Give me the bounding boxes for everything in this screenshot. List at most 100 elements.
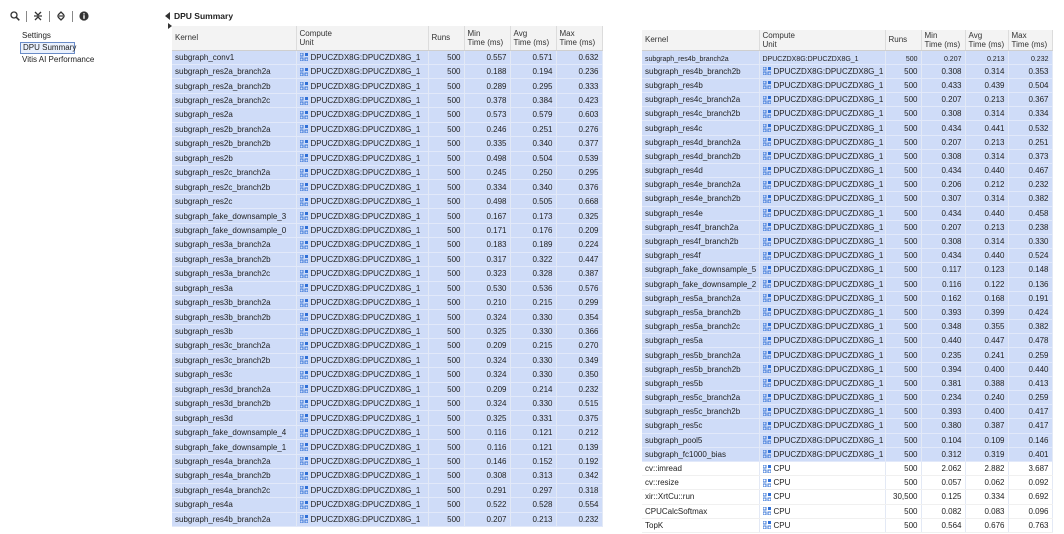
table-row[interactable]: cv::imread CPU 500 2.062 2.882 3.687 bbox=[642, 461, 1053, 477]
table-row[interactable]: subgraph_res2a_branch2c DPUCZDX8G:DPUCZDX… bbox=[172, 93, 603, 109]
table-row[interactable]: subgraph_res5a_branch2b DPUCZDX8G:DPUCZDX… bbox=[642, 305, 1053, 321]
table-row[interactable]: subgraph_res5a DPUCZDX8G:DPUCZDX8G_1 500 0.… bbox=[642, 333, 1053, 349]
compute-unit-icon bbox=[299, 515, 308, 524]
compute-unit-icon bbox=[762, 308, 771, 317]
table-row[interactable]: subgraph_res4c DPUCZDX8G:DPUCZDX8G_1 500 0.… bbox=[642, 120, 1053, 136]
table-row[interactable]: subgraph_res3a_branch2b DPUCZDX8G:DPUCZDX… bbox=[172, 252, 603, 268]
table-row[interactable]: subgraph_res5c DPUCZDX8G:DPUCZDX8G_1 500 0.… bbox=[642, 418, 1053, 434]
table-row[interactable]: subgraph_res3d_branch2b DPUCZDX8G:DPUCZDX… bbox=[172, 396, 603, 412]
table-row[interactable]: subgraph_res3d DPUCZDX8G:DPUCZDX8G_1 500 0.… bbox=[172, 410, 603, 426]
collapse-arrow-icon[interactable] bbox=[165, 12, 170, 20]
nav-item-vitis-ai-performance[interactable]: Vitis AI Performance bbox=[20, 54, 160, 66]
table-row[interactable]: subgraph_res3b_branch2b DPUCZDX8G:DPUCZDX… bbox=[172, 309, 603, 325]
table-row[interactable]: subgraph_res3a_branch2a DPUCZDX8G:DPUCZDX… bbox=[172, 237, 603, 253]
table-row[interactable]: subgraph_res5a_branch2a DPUCZDX8G:DPUCZDX… bbox=[642, 291, 1053, 306]
table-row[interactable]: subgraph_res2b_branch2a DPUCZDX8G:DPUCZDX… bbox=[172, 122, 603, 138]
table-row[interactable]: subgraph_fake_downsample_0 DPUCZDX8G:DPUC… bbox=[172, 223, 603, 239]
table-row[interactable]: subgraph_res4d_branch2b DPUCZDX8G:DPUCZDX… bbox=[642, 149, 1053, 165]
table-row[interactable]: subgraph_res2c DPUCZDX8G:DPUCZDX8G_1 500 0.… bbox=[172, 194, 603, 210]
table-row[interactable]: CPUCalcSoftmax CPU 500 0.082 0.083 0.096 bbox=[642, 504, 1053, 519]
table-row[interactable]: subgraph_res5c_branch2a DPUCZDX8G:DPUCZDX… bbox=[642, 390, 1053, 406]
min-time-cell: 0.573 bbox=[464, 107, 511, 123]
search-icon[interactable] bbox=[8, 9, 22, 23]
table-row[interactable]: subgraph_res4e_branch2a DPUCZDX8G:DPUCZDX… bbox=[642, 177, 1053, 193]
col-header-min-time[interactable]: Min Time (ms) bbox=[464, 26, 511, 51]
compute-unit-label: CPU bbox=[773, 506, 791, 516]
info-icon[interactable] bbox=[77, 9, 91, 23]
table-row[interactable]: subgraph_res2b_branch2b DPUCZDX8G:DPUCZDX… bbox=[172, 136, 603, 152]
table-row[interactable]: subgraph_res4d_branch2a DPUCZDX8G:DPUCZDX… bbox=[642, 135, 1053, 150]
max-time-cell: 0.139 bbox=[556, 439, 603, 455]
col-header-min-time[interactable]: Min Time (ms) bbox=[921, 30, 966, 51]
table-row[interactable]: subgraph_res5a_branch2c DPUCZDX8G:DPUCZDX… bbox=[642, 319, 1053, 335]
col-header-kernel[interactable]: Kernel bbox=[172, 26, 297, 51]
table-row[interactable]: subgraph_pool5 DPUCZDX8G:DPUCZDX8G_1 500 0.… bbox=[642, 433, 1053, 448]
table-row[interactable]: subgraph_res4b_branch2b DPUCZDX8G:DPUCZDX… bbox=[642, 64, 1053, 79]
table-row[interactable]: subgraph_res3b_branch2a DPUCZDX8G:DPUCZDX… bbox=[172, 295, 603, 311]
avg-time-cell: 0.215 bbox=[510, 295, 557, 311]
col-header-avg-time[interactable]: Avg Time (ms) bbox=[965, 30, 1009, 51]
table-row[interactable]: subgraph_res3c_branch2a DPUCZDX8G:DPUCZDX… bbox=[172, 338, 603, 354]
table-row[interactable]: subgraph_res4e_branch2b DPUCZDX8G:DPUCZDX… bbox=[642, 191, 1053, 207]
table-row[interactable]: subgraph_res3d_branch2a DPUCZDX8G:DPUCZDX… bbox=[172, 382, 603, 398]
col-header-runs[interactable]: Runs bbox=[885, 30, 922, 51]
table-row[interactable]: subgraph_res2a DPUCZDX8G:DPUCZDX8G_1 500 0.… bbox=[172, 107, 603, 123]
table-row[interactable]: subgraph_res5c_branch2b DPUCZDX8G:DPUCZDX… bbox=[642, 404, 1053, 420]
table-row[interactable]: subgraph_fc1000_bias DPUCZDX8G:DPUCZDX8G_… bbox=[642, 447, 1053, 462]
avg-time-cell: 0.250 bbox=[510, 165, 557, 181]
table-row[interactable]: subgraph_res5b_branch2a DPUCZDX8G:DPUCZDX… bbox=[642, 347, 1053, 363]
compute-unit-cell: DPUCZDX8G:DPUCZDX8G_1 bbox=[759, 191, 886, 207]
table-row[interactable]: subgraph_res4a_branch2a DPUCZDX8G:DPUCZDX… bbox=[172, 454, 603, 470]
table-row[interactable]: subgraph_res3c DPUCZDX8G:DPUCZDX8G_1 500 0.… bbox=[172, 367, 603, 383]
table-row[interactable]: subgraph_res4a_branch2c DPUCZDX8G:DPUCZDX… bbox=[172, 483, 603, 499]
table-row[interactable]: subgraph_res4f_branch2b DPUCZDX8G:DPUCZDX… bbox=[642, 234, 1053, 250]
col-header-max-time[interactable]: Max Time (ms) bbox=[1008, 30, 1053, 51]
col-header-runs[interactable]: Runs bbox=[428, 26, 465, 51]
table-row[interactable]: subgraph_fake_downsample_4 DPUCZDX8G:DPUC… bbox=[172, 425, 603, 441]
table-row-partial[interactable]: subgraph_res4b_branch2a DPUCZDX8G:DPUCZDX… bbox=[642, 50, 1053, 65]
col-header-compute-unit[interactable]: Compute Unit bbox=[296, 26, 429, 51]
col-header-compute-unit[interactable]: Compute Unit bbox=[759, 30, 886, 51]
table-row[interactable]: TopK CPU 500 0.564 0.676 0.763 bbox=[642, 518, 1053, 533]
table-row[interactable]: cv::resize CPU 500 0.057 0.062 0.092 bbox=[642, 475, 1053, 491]
table-row[interactable]: subgraph_res3b DPUCZDX8G:DPUCZDX8G_1 500 0.… bbox=[172, 324, 603, 340]
nav-item-settings[interactable]: Settings bbox=[20, 30, 160, 42]
compute-unit-label: DPUCZDX8G:DPUCZDX8G_1 bbox=[310, 341, 421, 351]
table-row[interactable]: subgraph_res4a_branch2b DPUCZDX8G:DPUCZDX… bbox=[172, 468, 603, 484]
col-header-max-time[interactable]: Max Time (ms) bbox=[556, 26, 603, 51]
table-row[interactable]: subgraph_res2c_branch2b DPUCZDX8G:DPUCZDX… bbox=[172, 179, 603, 195]
table-row[interactable]: subgraph_fake_downsample_2 DPUCZDX8G:DPUC… bbox=[642, 277, 1053, 292]
table-row[interactable]: subgraph_res2b DPUCZDX8G:DPUCZDX8G_1 500 0.… bbox=[172, 151, 603, 167]
table-row[interactable]: subgraph_res4b DPUCZDX8G:DPUCZDX8G_1 500 0.… bbox=[642, 78, 1053, 94]
expand-all-icon[interactable] bbox=[54, 9, 68, 23]
table-row[interactable]: subgraph_res5b_branch2b DPUCZDX8G:DPUCZDX… bbox=[642, 362, 1053, 377]
table-row[interactable]: subgraph_res3a DPUCZDX8G:DPUCZDX8G_1 500 0.… bbox=[172, 281, 603, 296]
table-row[interactable]: subgraph_res4f DPUCZDX8G:DPUCZDX8G_1 500 0.… bbox=[642, 248, 1053, 264]
min-time-cell: 0.564 bbox=[921, 518, 966, 533]
table-row[interactable]: subgraph_res4f_branch2a DPUCZDX8G:DPUCZDX… bbox=[642, 220, 1053, 235]
compute-unit-cell: DPUCZDX8G:DPUCZDX8G_1 bbox=[296, 382, 429, 398]
table-row[interactable]: subgraph_res2c_branch2a DPUCZDX8G:DPUCZDX… bbox=[172, 165, 603, 181]
table-row[interactable]: subgraph_res4c_branch2b DPUCZDX8G:DPUCZDX… bbox=[642, 106, 1053, 122]
table-row[interactable]: subgraph_res4c_branch2a DPUCZDX8G:DPUCZDX… bbox=[642, 92, 1053, 108]
table-row[interactable]: subgraph_res4d DPUCZDX8G:DPUCZDX8G_1 500 0.… bbox=[642, 163, 1053, 179]
table-row[interactable]: subgraph_res2a_branch2a DPUCZDX8G:DPUCZDX… bbox=[172, 64, 603, 80]
table-row[interactable]: subgraph_fake_downsample_3 DPUCZDX8G:DPUC… bbox=[172, 208, 603, 224]
table-row[interactable]: subgraph_res4b_branch2a DPUCZDX8G:DPUCZDX… bbox=[172, 512, 603, 527]
nav-item-dpu-summary[interactable]: DPU Summary bbox=[20, 42, 76, 54]
runs-cell: 500 bbox=[885, 504, 922, 519]
max-time-cell: 0.632 bbox=[556, 50, 603, 65]
collapse-all-icon[interactable] bbox=[31, 9, 45, 23]
table-row[interactable]: subgraph_conv1 DPUCZDX8G:DPUCZDX8G_1 500 0.… bbox=[172, 50, 603, 65]
table-row[interactable]: subgraph_res4a DPUCZDX8G:DPUCZDX8G_1 500 0.… bbox=[172, 497, 603, 513]
table-row[interactable]: subgraph_res4e DPUCZDX8G:DPUCZDX8G_1 500 0.… bbox=[642, 206, 1053, 221]
col-header-kernel[interactable]: Kernel bbox=[642, 30, 760, 51]
table-row[interactable]: subgraph_res2a_branch2b DPUCZDX8G:DPUCZDX… bbox=[172, 78, 603, 94]
table-row[interactable]: xir::XrtCu::run CPU 30,500 0.125 0.334 0.692 bbox=[642, 489, 1053, 505]
table-row[interactable]: subgraph_fake_downsample_1 DPUCZDX8G:DPUC… bbox=[172, 439, 603, 455]
table-row[interactable]: subgraph_res3a_branch2c DPUCZDX8G:DPUCZDX… bbox=[172, 266, 603, 282]
table-row[interactable]: subgraph_fake_downsample_5 DPUCZDX8G:DPUC… bbox=[642, 262, 1053, 278]
table-row[interactable]: subgraph_res5b DPUCZDX8G:DPUCZDX8G_1 500 0.… bbox=[642, 376, 1053, 392]
col-header-avg-time[interactable]: Avg Time (ms) bbox=[510, 26, 557, 51]
table-row[interactable]: subgraph_res3c_branch2b DPUCZDX8G:DPUCZDX… bbox=[172, 353, 603, 369]
